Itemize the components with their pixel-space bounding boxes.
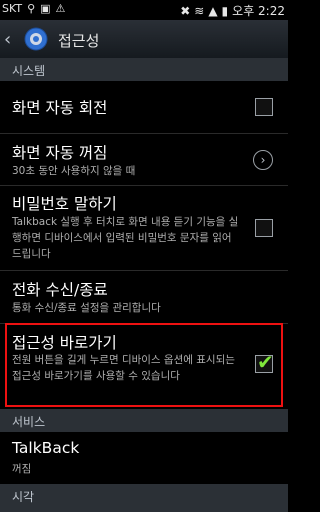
setting-title: 화면 자동 회전 bbox=[12, 99, 108, 117]
section-label: 시스템 bbox=[12, 64, 46, 78]
setting-talkback[interactable]: TalkBack 꺼짐 bbox=[0, 432, 288, 484]
section-header-services: 서비스 bbox=[0, 409, 288, 432]
section-header-system: 시스템 bbox=[0, 58, 288, 81]
section-label: 시각 bbox=[12, 490, 35, 504]
usb-debug-icon: ⚠ bbox=[55, 2, 66, 15]
setting-summary: Talkback 실행 후 터치로 화면 내용 듣기 기능을 실행하면 디바이스… bbox=[12, 216, 239, 260]
setting-speak-passwords[interactable]: 비밀번호 말하기 Talkback 실행 후 터치로 화면 내용 듣기 기능을 … bbox=[0, 186, 288, 270]
checkmark-icon: ✔ bbox=[257, 350, 274, 374]
section-label: 서비스 bbox=[12, 415, 46, 429]
setting-summary: 전원 버튼을 길게 누르면 디바이스 옵션에 표시되는 접근성 바로가기를 사용… bbox=[12, 354, 235, 382]
setting-screen-timeout[interactable]: 화면 자동 꺼짐 30초 동안 사용하지 않을 때 › bbox=[0, 134, 288, 185]
usb-icon: ⚲ bbox=[27, 2, 36, 15]
setting-auto-rotate[interactable]: 화면 자동 회전 bbox=[0, 81, 288, 133]
status-left: SKT ⚲ ▣ ⚠ bbox=[2, 2, 65, 15]
setting-title: 화면 자동 꺼짐 bbox=[12, 144, 108, 162]
speak-passwords-checkbox[interactable] bbox=[255, 219, 273, 237]
setting-summary: 꺼짐 bbox=[12, 463, 32, 475]
setting-call-answering[interactable]: 전화 수신/종료 통화 수신/종료 설정을 관리합니다 bbox=[0, 271, 288, 323]
status-bar: SKT ⚲ ▣ ⚠ ✖ ≋ ▲ ▮ 오후 2:22 bbox=[0, 0, 288, 20]
image-notification-icon: ▣ bbox=[40, 2, 51, 15]
signal-icon: ▲ bbox=[208, 3, 218, 18]
chevron-right-icon[interactable]: › bbox=[253, 150, 273, 170]
setting-summary: 통화 수신/종료 설정을 관리합니다 bbox=[12, 302, 161, 314]
setting-title: TalkBack bbox=[12, 439, 80, 457]
accessibility-shortcut-checkbox[interactable]: ✔ bbox=[255, 350, 274, 374]
action-bar: ‹ 접근성 bbox=[0, 20, 288, 59]
setting-accessibility-shortcut[interactable]: 접근성 바로가기 전원 버튼을 길게 누르면 디바이스 옵션에 표시되는 접근성… bbox=[0, 324, 288, 407]
status-right: ✖ ≋ ▲ ▮ 오후 2:22 bbox=[180, 2, 285, 19]
setting-title: 비밀번호 말하기 bbox=[12, 195, 117, 213]
carrier-label: SKT bbox=[2, 2, 23, 15]
setting-title: 접근성 바로가기 bbox=[12, 334, 117, 352]
back-arrow-icon[interactable]: ‹ bbox=[4, 29, 11, 50]
section-header-vision: 시각 bbox=[0, 484, 288, 512]
mute-icon: ✖ bbox=[180, 3, 191, 18]
wifi-icon: ≋ bbox=[194, 3, 205, 18]
auto-rotate-checkbox[interactable] bbox=[255, 98, 273, 116]
page-title: 접근성 bbox=[58, 32, 100, 50]
setting-title: 전화 수신/종료 bbox=[12, 281, 108, 299]
battery-icon: ▮ bbox=[221, 3, 229, 18]
clock: 오후 2:22 bbox=[232, 4, 285, 18]
setting-summary: 30초 동안 사용하지 않을 때 bbox=[12, 165, 136, 177]
gear-icon[interactable] bbox=[22, 25, 50, 53]
